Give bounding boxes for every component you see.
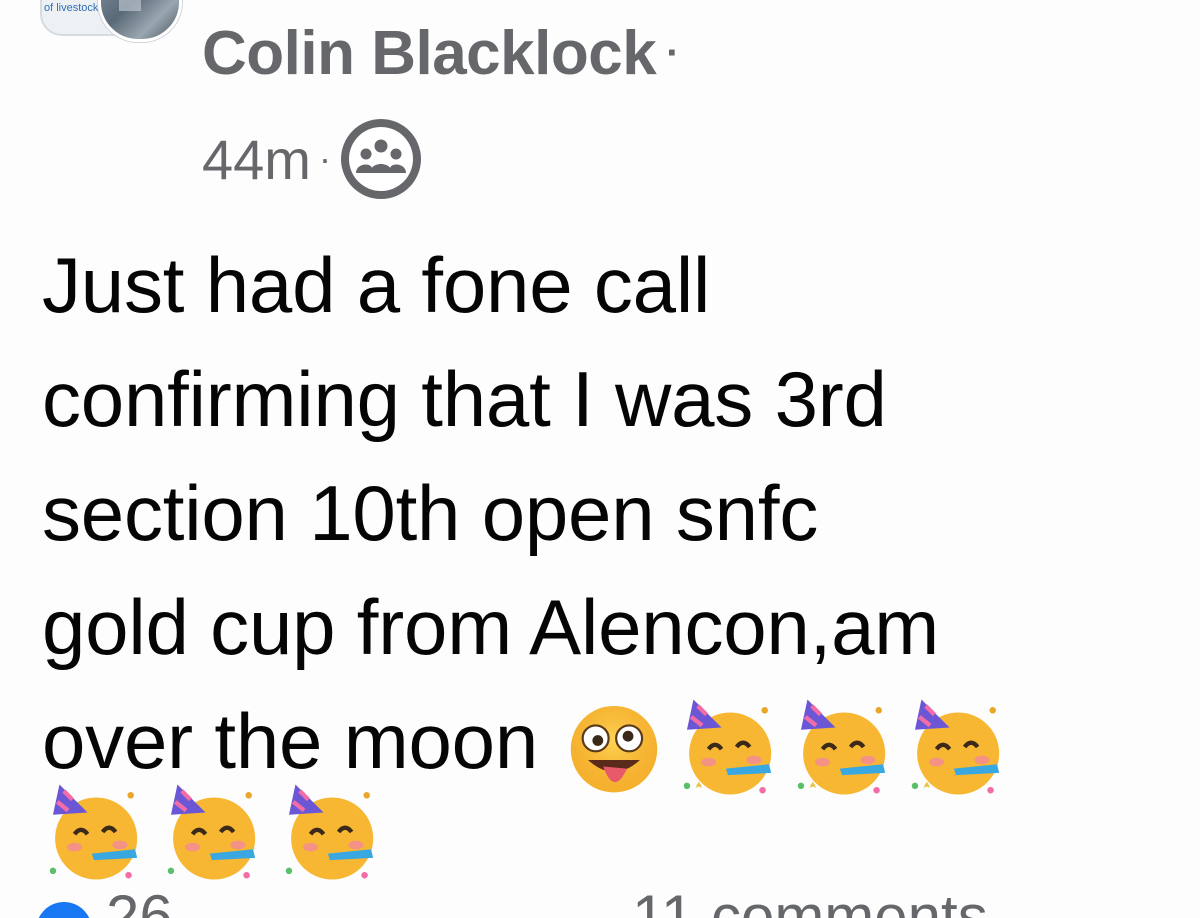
emoji-row-1: [560, 693, 1010, 801]
meta-separator: ·: [318, 138, 331, 179]
author-name[interactable]: Colin Blacklock: [202, 18, 657, 89]
zany-face-emoji: [570, 706, 657, 793]
post-text-line-5-text: over the moon: [42, 697, 539, 785]
like-icon[interactable]: [36, 902, 92, 918]
post-text-line-3: section 10th open snfc: [42, 469, 819, 557]
partying-face-emoji: [797, 699, 885, 795]
partying-face-emoji: [911, 699, 999, 795]
post-body: Just had a fone call confirming that I w…: [42, 228, 1172, 798]
reactions-bar: 26 11 comments: [0, 883, 1200, 918]
author-separator: ·: [666, 30, 680, 75]
post-header: Colin Blacklock ·: [202, 8, 680, 98]
partying-face-emoji: [285, 784, 374, 880]
group-audience-icon[interactable]: [340, 119, 421, 199]
emoji-row-2: [40, 778, 384, 886]
facebook-post: of livestock Colin Blacklock · 44m · Jus…: [0, 0, 1200, 918]
post-text-line-4: gold cup from Alencon,am: [42, 583, 940, 671]
reaction-count[interactable]: 26: [106, 882, 173, 918]
partying-face-emoji: [49, 784, 138, 880]
partying-face-emoji: [683, 699, 771, 795]
post-text-line-1: Just had a fone call: [42, 241, 711, 329]
post-meta: 44m ·: [202, 116, 421, 202]
comments-count[interactable]: 11 comments: [632, 882, 988, 918]
partying-face-emoji: [167, 784, 256, 880]
group-thumbnail-text: of livestock: [44, 2, 99, 14]
post-text-line-2: confirming that I was 3rd: [42, 355, 887, 443]
post-timestamp[interactable]: 44m: [202, 127, 311, 192]
